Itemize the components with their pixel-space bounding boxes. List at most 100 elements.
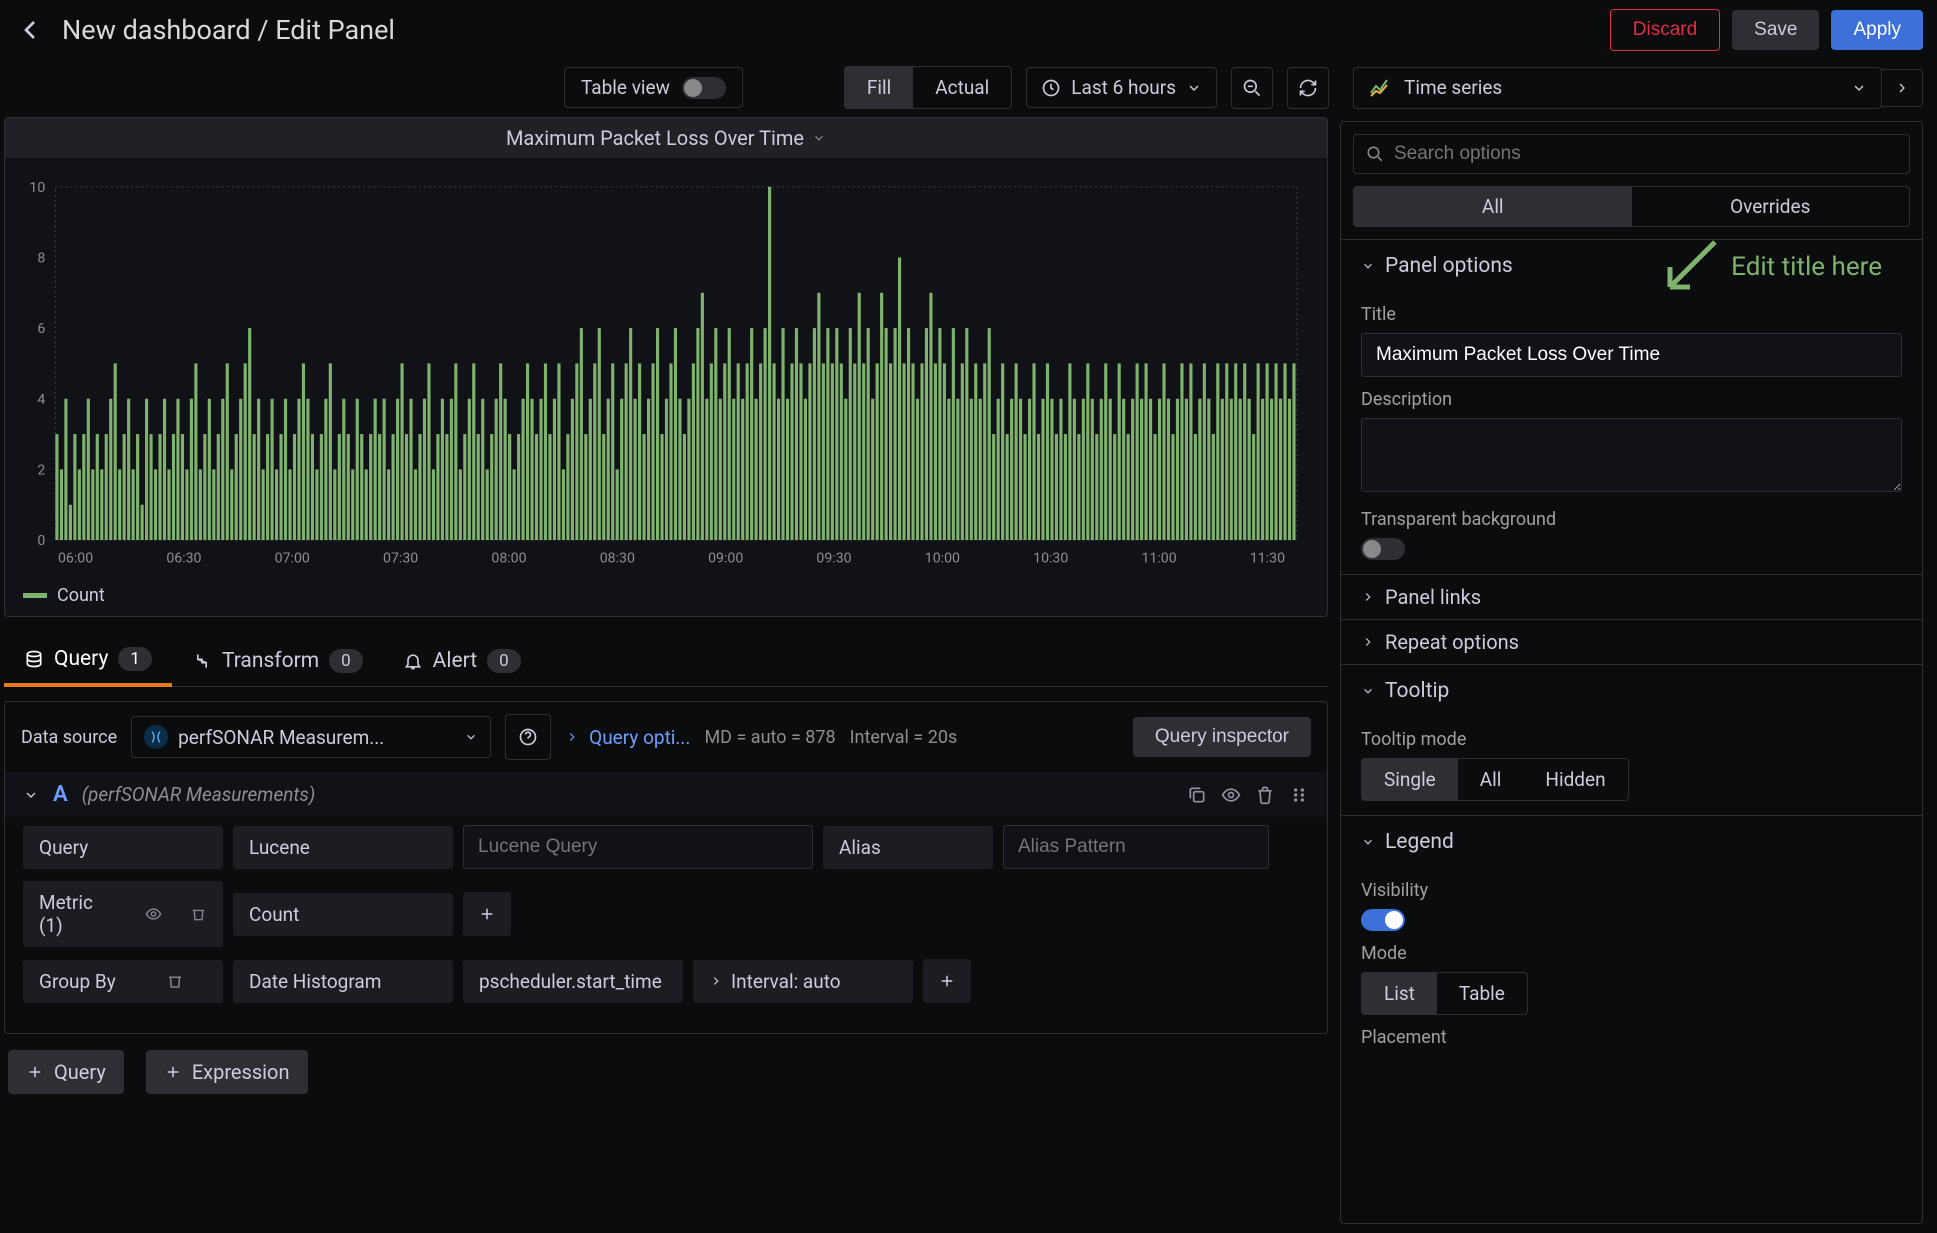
save-button[interactable]: Save <box>1732 10 1819 50</box>
legend-visibility-toggle[interactable] <box>1361 909 1405 931</box>
radio-hidden[interactable]: Hidden <box>1523 759 1627 800</box>
remove-query-button[interactable] <box>1255 785 1275 805</box>
plus-icon <box>26 1063 44 1081</box>
table-view-label: Table view <box>581 76 670 99</box>
datasource-select[interactable]: perfSONAR Measurem... <box>131 716 491 758</box>
trash-icon[interactable] <box>190 905 207 923</box>
grip-icon <box>1289 785 1309 805</box>
table-view-toggle[interactable]: Table view <box>564 67 743 108</box>
alias-input[interactable] <box>1003 825 1269 869</box>
legend-header[interactable]: Legend <box>1361 830 1902 854</box>
preview-panel: Maximum Packet Loss Over Time 024681006:… <box>4 117 1328 617</box>
description-field-label: Description <box>1361 389 1902 410</box>
tab-overrides[interactable]: Overrides <box>1632 187 1910 226</box>
actual-button[interactable]: Actual <box>913 67 1011 108</box>
arrow-icon <box>1655 232 1725 302</box>
metric-type-select[interactable]: Count <box>233 893 453 936</box>
svg-text:4: 4 <box>37 392 45 408</box>
plus-icon <box>478 905 496 923</box>
duplicate-query-button[interactable] <box>1187 785 1207 805</box>
chevron-down-icon[interactable] <box>23 787 39 803</box>
add-groupby-button[interactable] <box>923 959 971 1003</box>
transparent-bg-toggle[interactable] <box>1361 538 1405 560</box>
add-expression-button[interactable]: Expression <box>146 1050 308 1094</box>
svg-text:10: 10 <box>29 180 45 196</box>
svg-text:09:00: 09:00 <box>708 550 743 566</box>
query-source-hint: (perfSONAR Measurements) <box>82 783 316 806</box>
time-range-picker[interactable]: Last 6 hours <box>1026 67 1217 108</box>
svg-text:11:00: 11:00 <box>1141 550 1176 566</box>
panel-links-row[interactable]: Panel links <box>1341 574 1922 619</box>
apply-button[interactable]: Apply <box>1831 10 1923 50</box>
panel-title: Maximum Packet Loss Over Time <box>506 126 804 150</box>
groupby-type-select[interactable]: Date Histogram <box>233 960 453 1003</box>
panel-title-bar[interactable]: Maximum Packet Loss Over Time <box>5 118 1327 158</box>
tab-transform-count: 0 <box>329 649 363 673</box>
add-metric-button[interactable] <box>463 892 511 936</box>
radio-table[interactable]: Table <box>1437 973 1527 1014</box>
legend: Count <box>5 579 1327 616</box>
chart-canvas[interactable]: 024681006:0006:3007:0007:3008:0008:3009:… <box>15 168 1307 579</box>
refresh-button[interactable] <box>1287 67 1329 109</box>
discard-button[interactable]: Discard <box>1610 9 1720 51</box>
query-ref-id[interactable]: A <box>53 782 68 807</box>
datasource-icon <box>144 725 168 749</box>
eye-icon <box>1221 785 1241 805</box>
tab-alert-label: Alert <box>433 649 477 673</box>
back-arrow-icon[interactable] <box>14 14 46 46</box>
tooltip-mode-group: SingleAllHidden <box>1361 758 1629 801</box>
query-inspector-button[interactable]: Query inspector <box>1133 717 1311 757</box>
query-type-select[interactable]: Lucene <box>233 826 453 869</box>
radio-list[interactable]: List <box>1362 973 1437 1014</box>
tab-query[interactable]: Query 1 <box>4 635 172 687</box>
tab-all[interactable]: All <box>1354 187 1632 226</box>
groupby-interval-toggle[interactable]: Interval: auto <box>693 960 913 1003</box>
fill-button[interactable]: Fill <box>845 67 913 108</box>
groupby-label: Group By <box>23 960 223 1003</box>
panel-title-input[interactable] <box>1361 333 1902 377</box>
query-editor: Data source perfSONAR Measurem... Query … <box>4 701 1328 1034</box>
options-pane: All Overrides Panel options Edit title h… <box>1340 121 1923 1224</box>
visualization-picker[interactable]: Time series <box>1353 67 1882 109</box>
help-icon <box>518 727 538 747</box>
tab-transform[interactable]: Transform 0 <box>172 635 383 686</box>
tab-alert[interactable]: Alert 0 <box>383 635 541 686</box>
svg-text:0: 0 <box>37 533 45 549</box>
title-field-label: Title <box>1361 304 1902 325</box>
groupby-field-select[interactable]: pscheduler.start_time <box>463 960 683 1003</box>
edit-title-annotation: Edit title here <box>1655 232 1882 302</box>
options-tabs: All Overrides <box>1353 186 1910 227</box>
transform-icon <box>192 651 212 671</box>
options-search[interactable] <box>1353 134 1910 174</box>
collapse-options-button[interactable] <box>1882 69 1923 107</box>
drag-handle[interactable] <box>1289 785 1309 805</box>
datasource-help-button[interactable] <box>505 714 551 760</box>
refresh-icon <box>1298 78 1318 98</box>
trash-icon[interactable] <box>166 972 184 990</box>
legend-mode-group: ListTable <box>1361 972 1528 1015</box>
zoom-out-button[interactable] <box>1231 67 1273 109</box>
repeat-options-row[interactable]: Repeat options <box>1341 619 1922 664</box>
chevron-right-icon <box>1361 635 1375 649</box>
options-search-input[interactable] <box>1394 143 1897 165</box>
bell-icon <box>403 651 423 671</box>
lucene-query-input[interactable] <box>463 825 813 869</box>
chevron-down-icon <box>464 730 478 744</box>
breadcrumb: New dashboard / Edit Panel <box>62 14 1598 46</box>
add-query-button[interactable]: Query <box>8 1050 124 1094</box>
query-options-toggle[interactable]: Query opti... <box>565 726 690 749</box>
chevron-down-icon <box>1851 80 1867 96</box>
panel-description-input[interactable] <box>1361 418 1902 492</box>
tooltip-header[interactable]: Tooltip <box>1361 679 1902 703</box>
eye-icon[interactable] <box>145 905 162 923</box>
tab-transform-label: Transform <box>222 649 319 673</box>
toggle-query-visibility-button[interactable] <box>1221 785 1241 805</box>
radio-all[interactable]: All <box>1458 759 1524 800</box>
radio-single[interactable]: Single <box>1362 759 1458 800</box>
svg-text:11:30: 11:30 <box>1250 550 1285 566</box>
clock-icon <box>1041 78 1061 98</box>
datasource-label: Data source <box>21 727 117 748</box>
search-icon <box>1366 145 1384 163</box>
table-view-switch[interactable] <box>682 77 726 99</box>
copy-icon <box>1187 785 1207 805</box>
